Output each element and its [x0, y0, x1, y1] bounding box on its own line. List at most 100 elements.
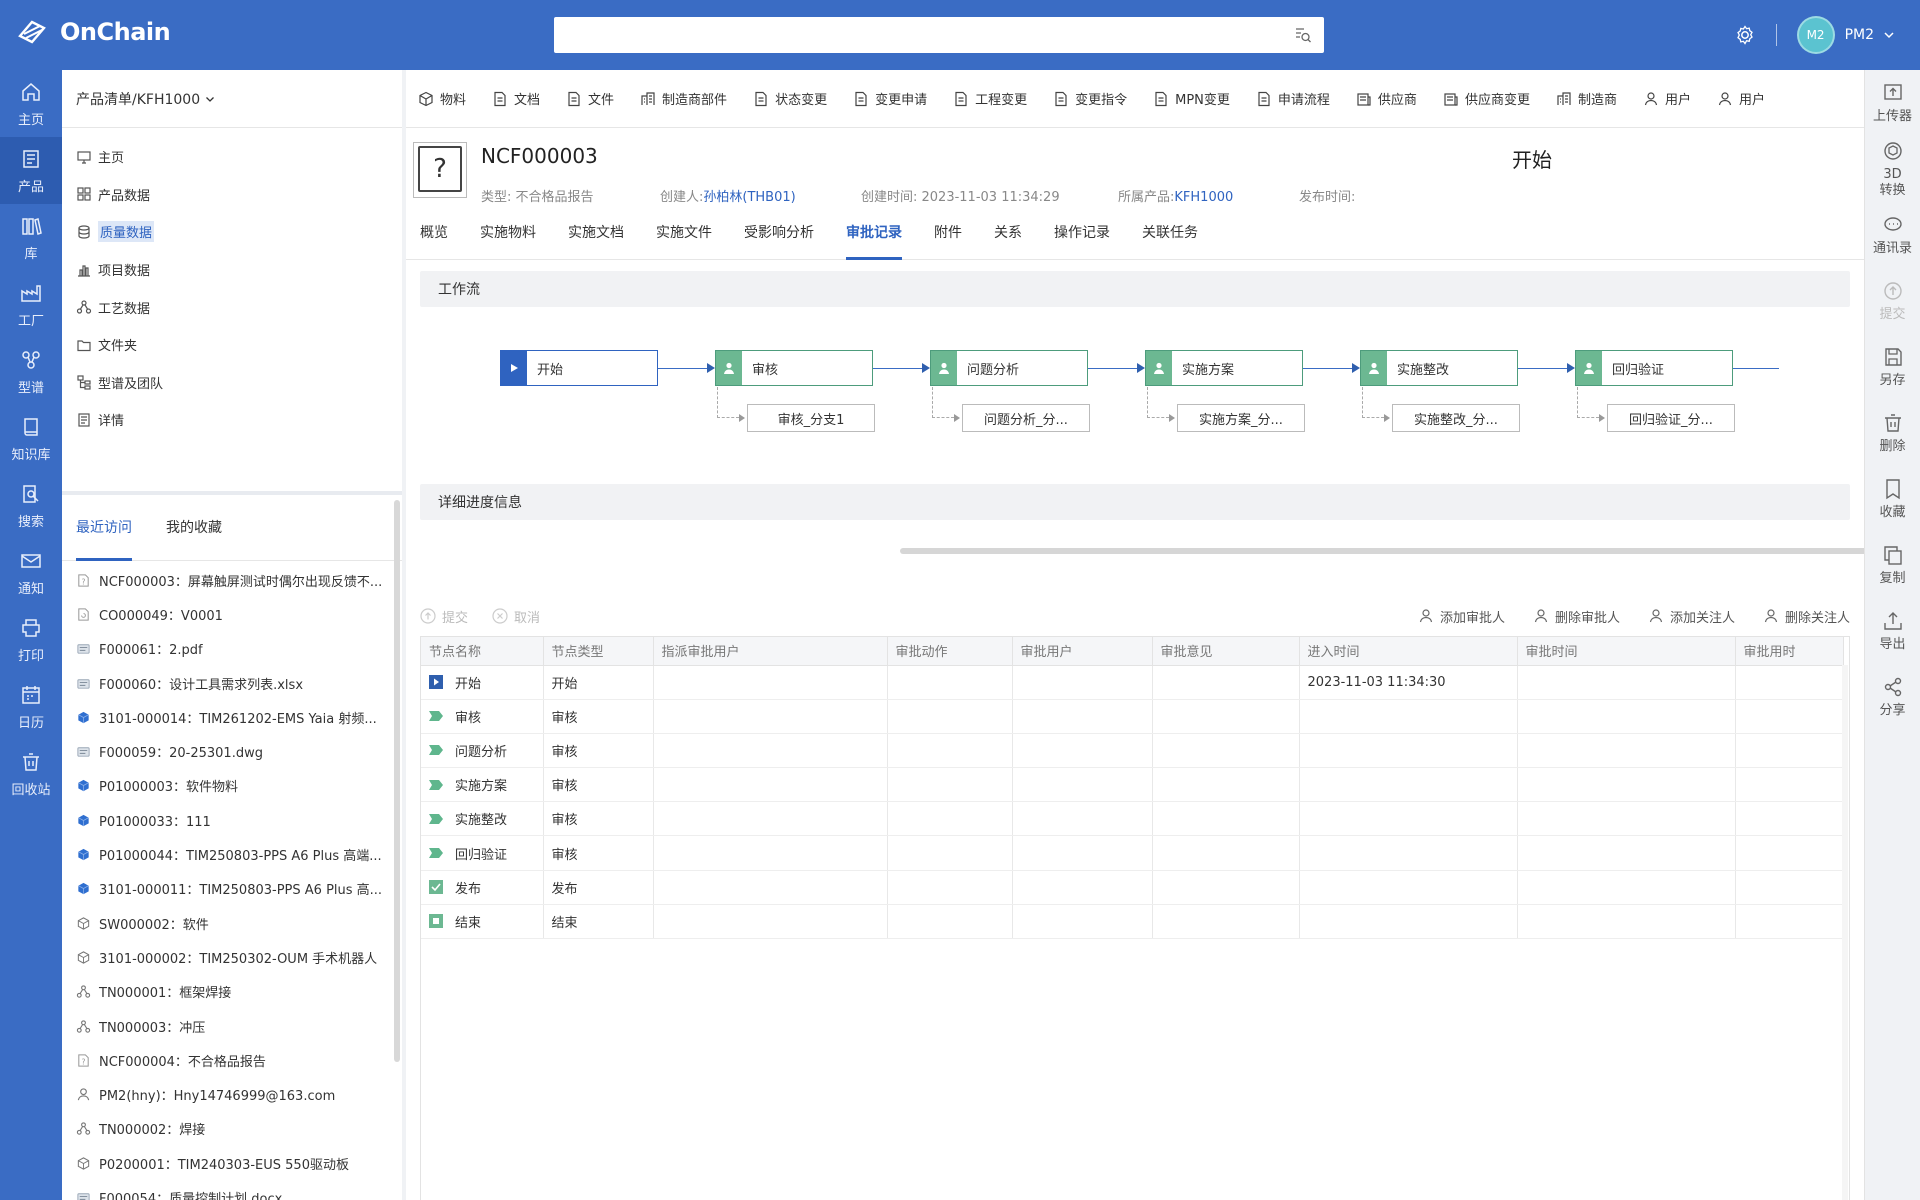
toolbar-button-9[interactable]: 申请流程 [1256, 89, 1330, 108]
list-item[interactable]: 3101-000011：TIM250803-PPS A6 Plus 高... [62, 872, 392, 906]
column-header[interactable]: 审批意见 [1152, 637, 1300, 666]
toolbar-button-11[interactable]: 供应商变更 [1443, 89, 1530, 108]
nav-item-mail[interactable]: 通知 [0, 539, 62, 606]
right-action-upload[interactable]: 上传器 [1865, 70, 1920, 136]
menu-item-4[interactable]: 工艺数据 [62, 288, 402, 326]
submit-button[interactable]: 提交 [420, 607, 468, 626]
right-action-submit[interactable]: 提交 [1865, 268, 1920, 334]
nav-item-printer[interactable]: 打印 [0, 606, 62, 673]
global-search[interactable] [554, 17, 1324, 53]
column-header[interactable]: 审批用户 [1012, 637, 1153, 666]
list-item[interactable]: F000060：设计工具需求列表.xlsx [62, 666, 392, 700]
list-item[interactable]: P01000044：TIM250803-PPS A6 Plus 高端... [62, 837, 392, 871]
tab-doc-1[interactable]: 实施物料 [480, 220, 536, 260]
meta-creator-value[interactable]: 孙柏林(THB01) [703, 190, 795, 205]
right-action-chat[interactable]: 通讯录 [1865, 202, 1920, 268]
list-item[interactable]: F000059：20-25301.dwg [62, 734, 392, 768]
tab-doc-4[interactable]: 受影响分析 [744, 220, 814, 260]
list-item[interactable]: TN000002：焊接 [62, 1112, 392, 1146]
app-logo[interactable]: OnChain [16, 16, 171, 48]
right-action-export[interactable]: 导出 [1865, 598, 1920, 664]
tab-doc-0[interactable]: 概览 [420, 220, 448, 260]
workflow-branch-node[interactable]: 实施方案_分... [1177, 404, 1305, 432]
toolbar-button-10[interactable]: 供应商 [1356, 89, 1417, 108]
table-row[interactable]: 实施方案 审核 [421, 767, 1844, 803]
toolbar-button-14[interactable]: 用户 [1717, 89, 1765, 108]
menu-item-7[interactable]: 详情 [62, 401, 402, 439]
nav-item-home[interactable]: 主页 [0, 70, 62, 137]
toolbar-button-1[interactable]: 文档 [492, 89, 540, 108]
recent-scrollbar[interactable] [394, 500, 400, 1062]
menu-item-5[interactable]: 文件夹 [62, 326, 402, 364]
nav-item-calendar[interactable]: 日历 [0, 673, 62, 740]
tab-doc-5[interactable]: 审批记录 [846, 220, 902, 260]
workflow-node[interactable]: 开始 [500, 350, 658, 386]
toolbar-button-3[interactable]: 制造商部件 [640, 89, 727, 108]
table-row[interactable]: 开始 开始 2023-11-03 11:34:30 [421, 665, 1844, 700]
chevron-down-icon[interactable] [1882, 28, 1896, 42]
user-name[interactable]: PM2 [1845, 27, 1874, 43]
list-item[interactable]: F000054：质量控制计划.docx [62, 1180, 392, 1200]
workflow-branch-node[interactable]: 实施整改_分... [1392, 404, 1520, 432]
avatar[interactable]: M2 [1796, 16, 1835, 54]
approver-action-3[interactable]: 删除关注人 [1763, 607, 1850, 626]
meta-product-value[interactable]: KFH1000 [1174, 190, 1233, 205]
nav-item-knowledge[interactable]: 知识库 [0, 405, 62, 472]
right-action-copy[interactable]: 复制 [1865, 532, 1920, 598]
list-item[interactable]: TN000001：框架焊接 [62, 975, 392, 1009]
tab-favorites[interactable]: 我的收藏 [166, 495, 222, 561]
toolbar-button-0[interactable]: 物料 [418, 89, 466, 108]
list-item[interactable]: 3101-000002：TIM250302-OUM 手术机器人 [62, 940, 392, 974]
tab-doc-8[interactable]: 操作记录 [1054, 220, 1110, 260]
approver-action-0[interactable]: 添加审批人 [1418, 607, 1505, 626]
menu-item-2[interactable]: 质量数据 [62, 213, 402, 251]
toolbar-button-6[interactable]: 工程变更 [953, 89, 1027, 108]
workflow-branch-node[interactable]: 回归验证_分... [1607, 404, 1735, 432]
list-item[interactable]: P0200001：TIM240303-EUS 550驱动板 [62, 1146, 392, 1180]
gear-icon[interactable] [1734, 24, 1756, 46]
nav-item-factory[interactable]: 工厂 [0, 271, 62, 338]
workflow-node[interactable]: 问题分析 [930, 350, 1088, 386]
tab-recent[interactable]: 最近访问 [76, 495, 132, 561]
product-selector[interactable]: 产品清单/KFH1000 [62, 70, 402, 128]
nav-item-spectrum[interactable]: 型谱 [0, 338, 62, 405]
toolbar-button-13[interactable]: 用户 [1643, 89, 1691, 108]
right-action-trash[interactable]: 删除 [1865, 400, 1920, 466]
table-row[interactable]: 回归验证 审核 [421, 835, 1844, 871]
menu-item-6[interactable]: 型谱及团队 [62, 364, 402, 402]
column-header[interactable]: 审批动作 [887, 637, 1013, 666]
nav-item-search-doc[interactable]: 搜索 [0, 472, 62, 539]
list-item[interactable]: F000061：2.pdf [62, 632, 392, 666]
list-item[interactable]: P01000033：111 [62, 803, 392, 837]
tab-doc-6[interactable]: 附件 [934, 220, 962, 260]
search-input[interactable] [554, 17, 1254, 53]
menu-item-3[interactable]: 项目数据 [62, 251, 402, 289]
table-row[interactable]: 发布 发布 [421, 870, 1844, 905]
list-item[interactable]: CO000049：V0001 [62, 597, 392, 631]
right-action-save[interactable]: 另存 [1865, 334, 1920, 400]
right-action-share[interactable]: 分享 [1865, 664, 1920, 730]
workflow-scrollbar[interactable] [900, 548, 1885, 554]
list-item[interactable]: PM2(hny)：Hny14746999@163.com [62, 1077, 392, 1111]
column-header[interactable]: 指派审批用户 [653, 637, 888, 666]
toolbar-button-4[interactable]: 状态变更 [753, 89, 827, 108]
toolbar-button-7[interactable]: 变更指令 [1053, 89, 1127, 108]
toolbar-button-8[interactable]: MPN变更 [1153, 89, 1230, 108]
workflow-node[interactable]: 实施方案 [1145, 350, 1303, 386]
right-action-bookmark[interactable]: 收藏 [1865, 466, 1920, 532]
list-item[interactable]: SW000002：软件 [62, 906, 392, 940]
nav-item-product[interactable]: 产品 [0, 137, 62, 204]
list-item[interactable]: 3101-000014：TIM261202-EMS Yaia 射频... [62, 700, 392, 734]
list-item[interactable]: P01000003：软件物料 [62, 769, 392, 803]
approver-action-2[interactable]: 添加关注人 [1648, 607, 1735, 626]
toolbar-button-2[interactable]: 文件 [566, 89, 614, 108]
tab-doc-7[interactable]: 关系 [994, 220, 1022, 260]
table-row[interactable]: 结束 结束 [421, 904, 1844, 940]
table-row[interactable]: 实施整改 审核 [421, 801, 1844, 837]
menu-item-1[interactable]: 产品数据 [62, 176, 402, 214]
column-header[interactable]: 节点类型 [543, 637, 654, 666]
tab-doc-3[interactable]: 实施文件 [656, 220, 712, 260]
toolbar-button-5[interactable]: 变更申请 [853, 89, 927, 108]
list-item[interactable]: ? NCF000003：屏幕触屏测试时偶尔出现反馈不... [62, 563, 392, 597]
tab-doc-2[interactable]: 实施文档 [568, 220, 624, 260]
